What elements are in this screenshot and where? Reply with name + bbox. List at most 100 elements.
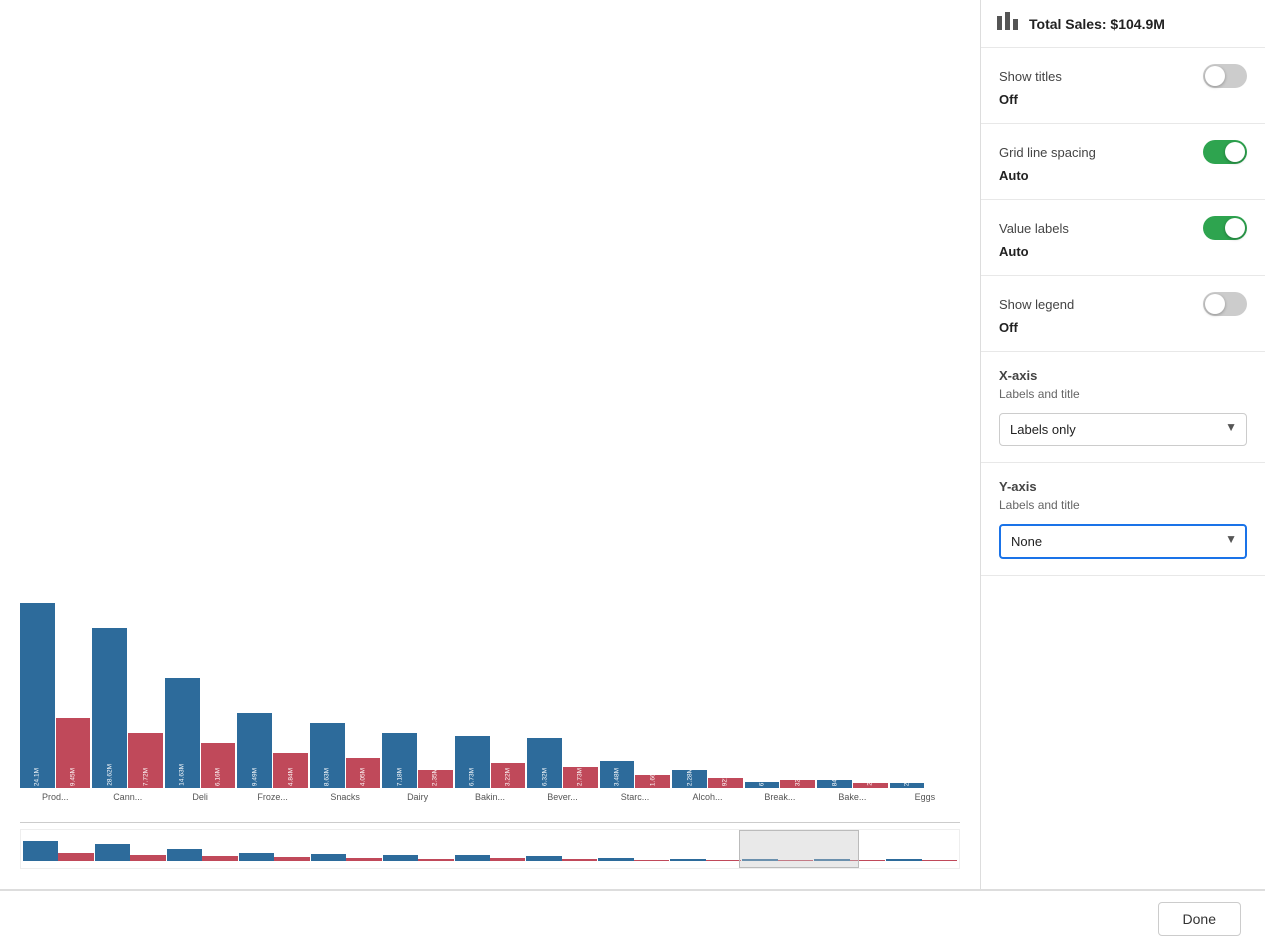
mini-bar-group [455, 855, 526, 861]
category-label: Alcoh... [672, 792, 742, 802]
x-axis-dropdown[interactable]: Labels only None Labels and title Title … [999, 413, 1247, 446]
settings-panel: Total Sales: $104.9M Show titles Off Gri… [980, 0, 1265, 889]
bar-red-label: 9.45M [70, 768, 77, 786]
mini-bar-red [562, 859, 597, 861]
bar-blue-label: 7.18M [396, 768, 403, 786]
mini-bar-blue [598, 858, 633, 861]
mini-bar-blue [311, 854, 346, 861]
show-legend-section: Show legend Off [981, 276, 1265, 352]
mini-bar-group [383, 855, 454, 861]
bar-red-label: 1.66M [649, 768, 656, 786]
bar-red-label: 236.11K [867, 762, 874, 786]
bar-red: 7.72M [128, 733, 163, 788]
mini-bar-blue [886, 859, 921, 861]
bar-blue: 28.62M [92, 628, 127, 788]
category-label: Bake... [817, 792, 887, 802]
category-label: Eggs [890, 792, 960, 802]
bar-group: 842.13K236.11K [817, 780, 887, 788]
bar-group: 28.62M 7.72M [92, 628, 162, 788]
show-legend-value: Off [999, 320, 1247, 335]
bar-red-label: 6.16M [215, 768, 222, 786]
bar-blue-label: 28.62M [106, 764, 113, 786]
bar-blue-label: 6.73M [469, 768, 476, 786]
y-axis-dropdown[interactable]: None Labels only Labels and title Title … [999, 524, 1247, 559]
value-labels-toggle[interactable] [1203, 216, 1247, 240]
bar-chart: 24.1M 9.45M 28.62M 7.72M 14.63M 6.16M 9.49M 4.8… [20, 603, 960, 788]
mini-bar-blue [670, 859, 705, 861]
grid-line-spacing-section: Grid line spacing Auto [981, 124, 1265, 200]
x-axis-label: X-axis [999, 368, 1247, 383]
category-label: Cann... [92, 792, 162, 802]
mini-bar-group [167, 849, 238, 861]
bar-group: 6.32M2.73M [527, 738, 597, 788]
mini-bar-group [311, 854, 382, 861]
y-axis-section: Y-axis Labels and title None Labels only… [981, 463, 1265, 576]
mini-chart[interactable] [20, 829, 960, 869]
mini-bar-red [202, 856, 237, 861]
bar-blue: 245.22K [890, 783, 925, 788]
category-label: Froze... [237, 792, 307, 802]
bar-blue-label: 245.22K [903, 762, 910, 786]
mini-bar-blue [383, 855, 418, 861]
mini-chart-selector[interactable] [739, 830, 859, 868]
category-label: Bever... [527, 792, 597, 802]
panel-header: Total Sales: $104.9M [981, 0, 1265, 48]
bar-blue: 7.18M [382, 733, 417, 788]
panel-title: Total Sales: $104.9M [1029, 16, 1165, 32]
bar-red-label: 4.05M [359, 768, 366, 786]
mini-bar-red [274, 857, 309, 861]
bar-red: 236.11K [853, 783, 888, 788]
x-axis-dropdown-wrapper: Labels only None Labels and title Title … [999, 407, 1247, 446]
panel-sections: Show titles Off Grid line spacing Auto [981, 48, 1265, 889]
bar-group: 24.1M 9.45M [20, 603, 90, 788]
bar-red-label: 2.35M [432, 768, 439, 786]
value-labels-value: Auto [999, 244, 1247, 259]
x-axis-section: X-axis Labels and title Labels only None… [981, 352, 1265, 463]
bar-group: 8.63M 4.05M [310, 723, 380, 788]
bar-blue-label: 14.63M [179, 764, 186, 786]
mini-bar-blue [239, 853, 274, 861]
main-chart: 24.1M 9.45M 28.62M 7.72M 14.63M 6.16M 9.49M 4.8… [20, 603, 960, 823]
mini-bar-blue [526, 856, 561, 861]
category-label: Deli [165, 792, 235, 802]
bar-blue-label: 8.63M [324, 768, 331, 786]
category-label: Bakin... [455, 792, 525, 802]
mini-bar-red [58, 853, 93, 861]
show-legend-toggle[interactable] [1203, 292, 1247, 316]
mini-bar-group [95, 844, 166, 861]
mini-bar-group [239, 853, 310, 861]
chart-icon [997, 12, 1019, 35]
bar-red-label: 4.84M [287, 768, 294, 786]
x-axis-sublabel: Labels and title [999, 387, 1247, 401]
y-axis-label: Y-axis [999, 479, 1247, 494]
bar-red: 9.45M [56, 718, 91, 788]
grid-line-toggle[interactable] [1203, 140, 1247, 164]
bar-blue-label: 3.48M [614, 768, 621, 786]
mini-bar-group [886, 859, 957, 861]
category-labels: Prod...Cann...DeliFroze...SnacksDairyBak… [20, 792, 960, 802]
mini-bar-red [346, 858, 381, 861]
bar-blue: 8.63M [310, 723, 345, 788]
bar-red: 6.16M [201, 743, 236, 788]
done-button[interactable]: Done [1158, 902, 1241, 936]
mini-bar-red [706, 860, 741, 861]
bar-red: 4.05M [346, 758, 381, 788]
bar-blue-label: 24.1M [34, 768, 41, 786]
bar-blue: 678.25K [745, 782, 780, 788]
bar-group: 678.25K329.05K [745, 780, 815, 788]
mini-bar-group [526, 856, 597, 861]
show-titles-section: Show titles Off [981, 48, 1265, 124]
bar-red: 921.77K [708, 778, 743, 788]
bar-blue: 9.49M [237, 713, 272, 788]
grid-line-value: Auto [999, 168, 1247, 183]
bar-blue-label: 678.25K [759, 762, 766, 786]
bar-red: 2.35M [418, 770, 453, 788]
show-titles-toggle[interactable] [1203, 64, 1247, 88]
mini-bar-red [634, 860, 669, 861]
mini-bar-group [670, 859, 741, 861]
mini-bar-blue [167, 849, 202, 861]
bar-blue-label: 9.49M [251, 768, 258, 786]
bar-blue: 2.28M [672, 770, 707, 788]
chart-area: 24.1M 9.45M 28.62M 7.72M 14.63M 6.16M 9.49M 4.8… [0, 0, 980, 889]
mini-bar-blue [23, 841, 58, 861]
